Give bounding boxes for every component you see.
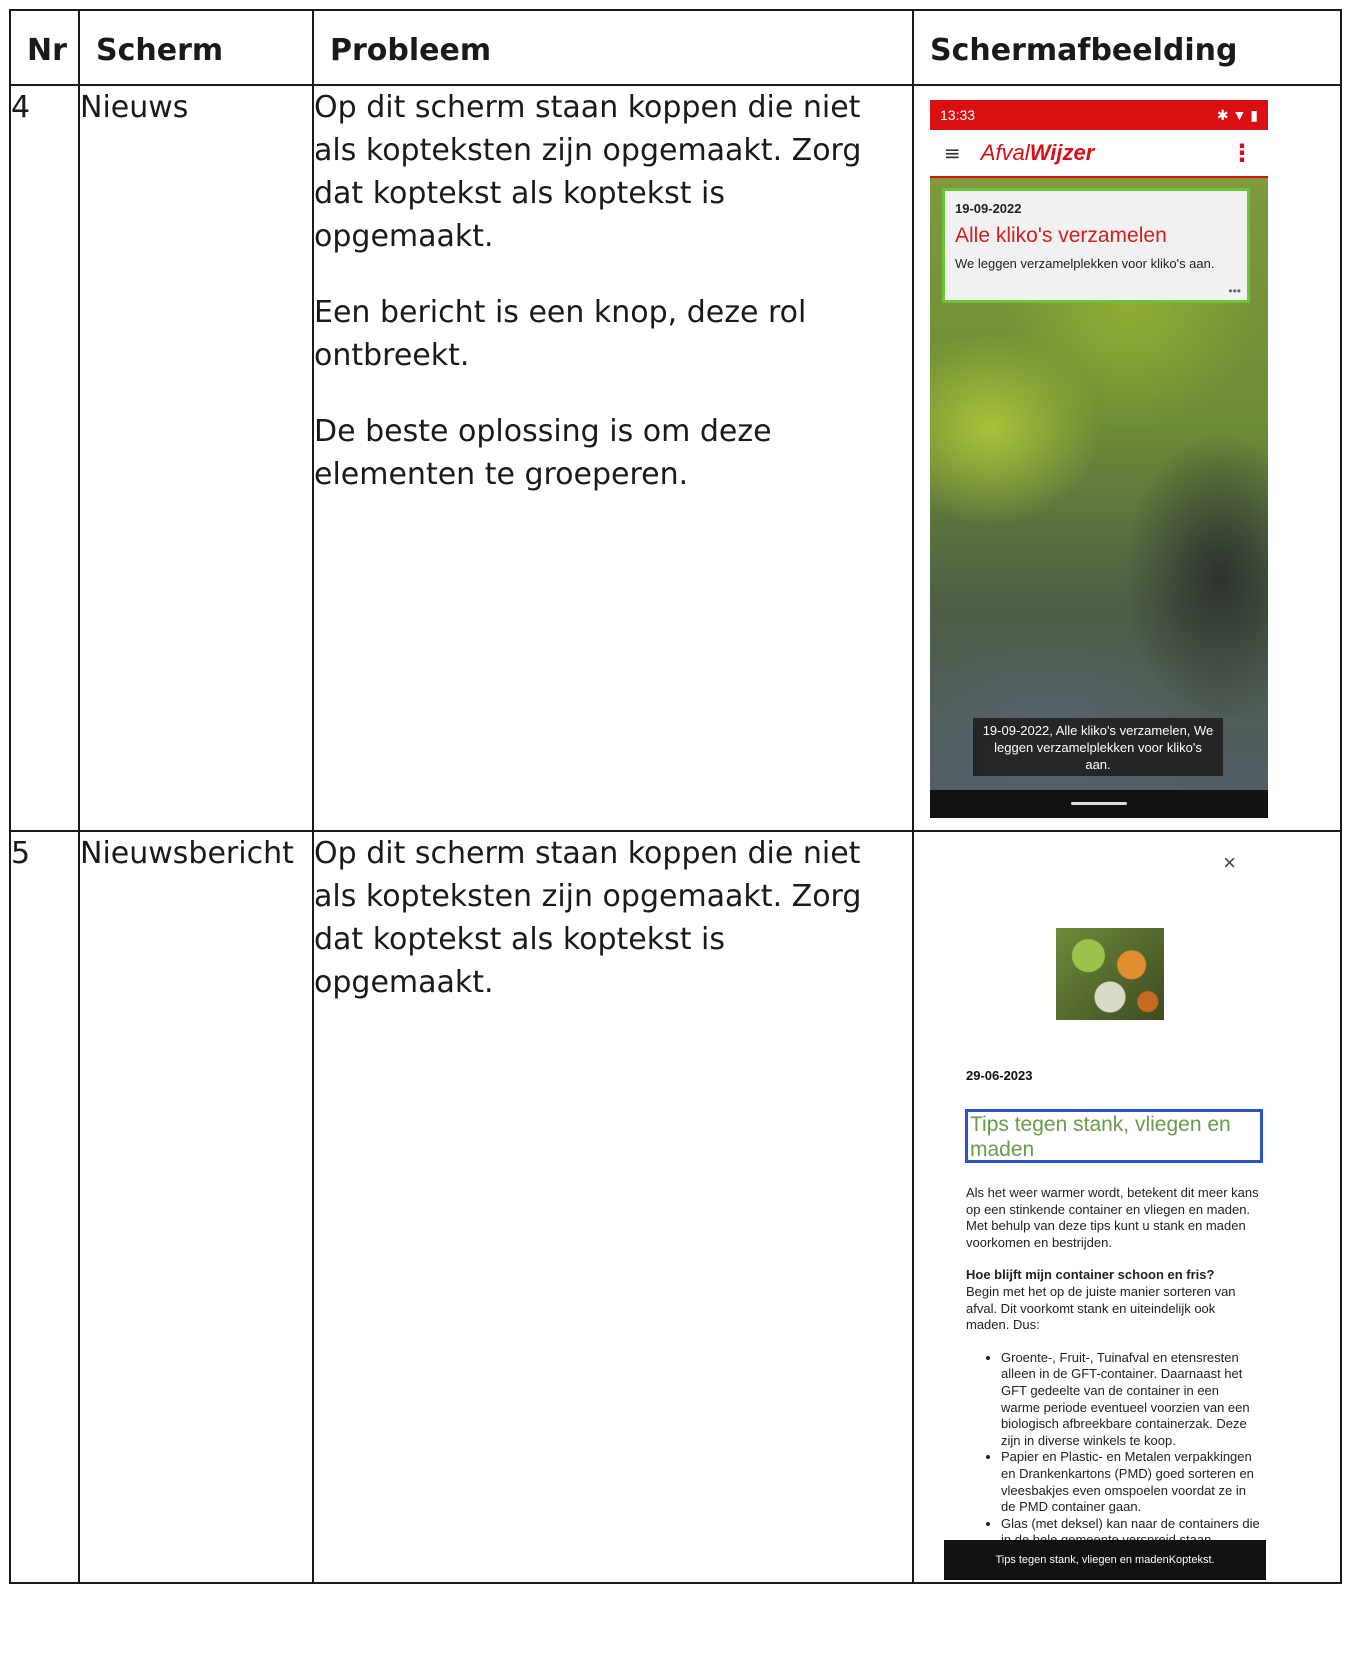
close-icon: × [1223, 850, 1236, 875]
more-options-icon: ⋮ [1230, 139, 1254, 167]
screenreader-toast: Tips tegen stank, vliegen en madenKoptek… [944, 1540, 1266, 1580]
screenshot-nieuws: 13:33 ✱ ▼ ▮ ≡ AfvalWijzer ⋮ 19-09-2022 A… [930, 100, 1268, 818]
card-description: We leggen verzamelplekken voor kliko's a… [955, 256, 1215, 271]
article-intro: Als het weer warmer wordt, betekent dit … [966, 1185, 1259, 1250]
app-logo: AfvalWijzer [980, 140, 1095, 165]
list-item: Papier en Plastic- en Metalen verpakking… [1001, 1449, 1260, 1515]
probleem-text: Een bericht is een knop, deze rol ontbre… [314, 295, 807, 373]
row-nr: 5 [9, 830, 80, 1584]
status-bar: 13:33 ✱ ▼ ▮ [930, 100, 1268, 130]
screenshot-nieuwsbericht: × 29-06-2023 Tips tegen stank, vliegen e… [928, 840, 1266, 1580]
row-screenshot: × 29-06-2023 Tips tegen stank, vliegen e… [912, 830, 1342, 1584]
accessibility-report-table: Nr Scherm Probleem Schermafbeelding 4 Ni… [9, 9, 1342, 1584]
status-icons: ✱ ▼ ▮ [1216, 106, 1258, 123]
row-screenshot: 13:33 ✱ ▼ ▮ ≡ AfvalWijzer ⋮ 19-09-2022 A… [912, 84, 1342, 832]
probleem-text: Op dit scherm staan koppen die niet als … [314, 836, 862, 1000]
hamburger-menu-icon: ≡ [944, 141, 961, 165]
row-nr: 4 [9, 84, 80, 832]
article-subtext: Begin met het op de juiste manier sorter… [966, 1283, 1236, 1333]
header-probleem: Probleem [312, 9, 914, 86]
article-body: Als het weer warmer wordt, betekent dit … [966, 1185, 1260, 1549]
row-probleem: Op dit scherm staan koppen die niet als … [312, 84, 914, 832]
article-list: Groente-, Fruit-, Tuinafval en etensrest… [966, 1350, 1260, 1549]
header-scherm: Scherm [78, 9, 314, 86]
article-image [1056, 928, 1164, 1020]
list-item: Groente-, Fruit-, Tuinafval en etensrest… [1001, 1350, 1260, 1450]
status-time: 13:33 [940, 107, 976, 123]
row-probleem: Op dit scherm staan koppen die niet als … [312, 830, 914, 1584]
row-scherm: Nieuwsbericht [78, 830, 314, 1584]
row-scherm: Nieuws [78, 84, 314, 832]
article-section: Hoe blijft mijn container schoon en fris… [966, 1267, 1260, 1333]
table-header-row: Nr Scherm Probleem Schermafbeelding [9, 9, 1342, 86]
probleem-text: Op dit scherm staan koppen die niet als … [314, 90, 862, 254]
system-nav-bar [930, 790, 1268, 818]
article-date: 29-06-2023 [966, 1068, 1033, 1083]
article-subheading: Hoe blijft mijn container schoon en fris… [966, 1267, 1215, 1283]
card-title: Alle kliko's verzamelen [955, 224, 1167, 247]
header-nr: Nr [9, 9, 80, 86]
card-date: 19-09-2022 [955, 201, 1022, 216]
news-card: 19-09-2022 Alle kliko's verzamelen We le… [942, 188, 1250, 303]
header-schermafbeelding: Schermafbeelding [912, 9, 1342, 86]
card-more-icon: ••• [1228, 284, 1241, 298]
article-title: Tips tegen stank, vliegen en maden [965, 1109, 1263, 1163]
probleem-text: De beste oplossing is om deze elementen … [314, 414, 772, 492]
screenreader-toast: 19-09-2022, Alle kliko's verzamelen, We … [973, 718, 1223, 776]
table-row: 5 Nieuwsbericht Op dit scherm staan kopp… [9, 830, 1342, 1584]
table-row: 4 Nieuws Op dit scherm staan koppen die … [9, 84, 1342, 832]
app-bar: ≡ AfvalWijzer ⋮ [930, 130, 1268, 178]
